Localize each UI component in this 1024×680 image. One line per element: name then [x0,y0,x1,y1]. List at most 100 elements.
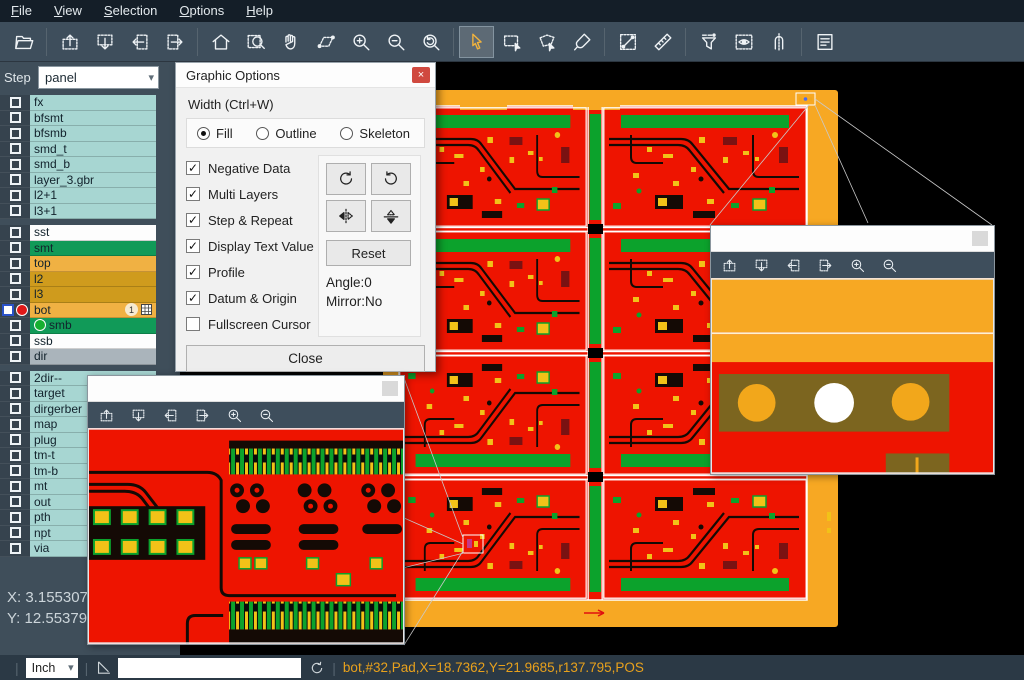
layer-checkbox[interactable] [10,481,21,492]
layer-row-smt[interactable]: smt [0,241,180,257]
layer-label[interactable]: bfsmt [30,111,156,127]
layer-checkbox[interactable] [10,112,21,123]
zoom-in-button[interactable] [343,26,378,58]
pan-down-button[interactable] [87,26,122,58]
select-arrow-button[interactable] [459,26,494,58]
pan-up-button[interactable] [98,407,115,424]
pan-right-button[interactable] [194,407,211,424]
layer-checkbox[interactable] [10,419,21,430]
layer-visibility-cell[interactable] [0,349,30,365]
zoom-out-button[interactable] [258,407,275,424]
layer-checkbox[interactable] [10,97,21,108]
layer-visibility-cell[interactable] [0,510,30,526]
layer-label[interactable]: smt [30,241,156,257]
popup-titlebar[interactable] [88,376,404,402]
pan-down-button[interactable] [130,407,147,424]
close-button[interactable]: Close [186,345,425,372]
rotate-ccw-button[interactable] [371,163,411,195]
pan-up-button[interactable] [721,257,738,274]
layer-label[interactable]: dir [30,349,156,365]
layer-label[interactable]: l3 [30,287,156,303]
measure-line-button[interactable] [610,26,645,58]
layer-label[interactable]: l3+1 [30,204,156,220]
refresh-icon[interactable] [309,660,325,676]
menu-help[interactable]: Help [235,0,284,22]
pan-right-button[interactable] [817,257,834,274]
pan-down-button[interactable] [753,257,770,274]
layer-visibility-cell[interactable] [0,433,30,449]
zoom-out-button[interactable] [881,257,898,274]
layer-label[interactable]: bfsmb [30,126,156,142]
radio-circle[interactable] [256,127,269,140]
radio-skeleton[interactable]: Skeleton [340,126,410,141]
layer-row-layer_3.gbr[interactable]: layer_3.gbr [0,173,180,189]
pan-right-button[interactable] [157,26,192,58]
layer-checkbox[interactable] [10,143,21,154]
zoom-previous-button[interactable] [413,26,448,58]
open-folder-button[interactable] [6,26,41,58]
unit-select[interactable]: Inch ▾ [26,658,78,678]
layer-visibility-cell[interactable] [0,386,30,402]
checkbox-box[interactable]: ✓ [186,187,200,201]
layer-label[interactable]: bot1 [30,303,156,319]
move-view-button[interactable] [308,26,343,58]
layer-checkbox[interactable] [10,450,21,461]
checkbox-box[interactable]: ✓ [186,239,200,253]
layer-visibility-cell[interactable] [0,417,30,433]
layer-checkbox[interactable] [10,543,21,554]
mirror-vertical-button[interactable] [371,200,411,232]
layer-visibility-cell[interactable] [0,402,30,418]
view-box-button[interactable] [726,26,761,58]
layer-visibility-cell[interactable] [0,334,30,350]
menu-view[interactable]: View [43,0,93,22]
command-input[interactable] [118,658,301,678]
close-icon[interactable]: × [412,67,430,83]
layer-label[interactable]: l2+1 [30,188,156,204]
layer-visibility-cell[interactable] [0,541,30,557]
checkbox-box[interactable]: ✓ [186,291,200,305]
layer-visibility-cell[interactable] [0,95,30,111]
layer-visibility-cell[interactable] [0,479,30,495]
checkbox-box[interactable]: ✓ [186,161,200,175]
layer-visibility-cell[interactable] [0,241,30,257]
popup-button[interactable] [972,231,988,246]
reset-button[interactable]: Reset [326,240,411,266]
popup-button[interactable] [382,381,398,396]
layer-row-l3+1[interactable]: l3+1 [0,204,180,220]
layer-row-ssb[interactable]: ssb [0,334,180,350]
layer-visibility-cell[interactable] [0,287,30,303]
layer-visibility-cell[interactable] [0,188,30,204]
checkbox-box[interactable]: ✓ [186,265,200,279]
layer-checkbox[interactable] [10,174,21,185]
checkbox-box[interactable] [186,317,200,331]
layer-row-smd_b[interactable]: smd_b [0,157,180,173]
radio-fill[interactable]: Fill [197,126,233,141]
checkbox-multi-layers[interactable]: ✓Multi Layers [186,181,318,207]
pan-left-button[interactable] [122,26,157,58]
clean-brush-button[interactable] [564,26,599,58]
checkbox-step-repeat[interactable]: ✓Step & Repeat [186,207,318,233]
popup-titlebar[interactable] [711,226,994,252]
layer-checkbox[interactable] [10,128,21,139]
checkbox-datum-origin[interactable]: ✓Datum & Origin [186,285,318,311]
layer-visibility-cell[interactable] [0,225,30,241]
select-path-button[interactable] [529,26,564,58]
checkbox-display-text-value[interactable]: ✓Display Text Value [186,233,318,259]
layer-label[interactable]: ssb [30,334,156,350]
layer-visibility-cell[interactable] [0,126,30,142]
layer-checkbox[interactable] [10,434,21,445]
layer-visibility-cell[interactable] [0,142,30,158]
radio-outline[interactable]: Outline [256,126,316,141]
step-select[interactable]: panel ▾ [38,66,159,89]
layer-label[interactable]: fx [30,95,156,111]
pan-hand-button[interactable] [273,26,308,58]
layer-visibility-cell[interactable] [0,448,30,464]
layer-checkbox[interactable] [10,465,21,476]
layer-visibility-cell[interactable] [0,256,30,272]
layer-checkbox[interactable] [10,205,21,216]
layer-visibility-cell[interactable] [0,173,30,189]
layer-checkbox[interactable] [10,159,21,170]
layer-row-l2[interactable]: l2 [0,272,180,288]
layer-checkbox[interactable] [10,372,21,383]
layer-checkbox[interactable] [10,388,21,399]
